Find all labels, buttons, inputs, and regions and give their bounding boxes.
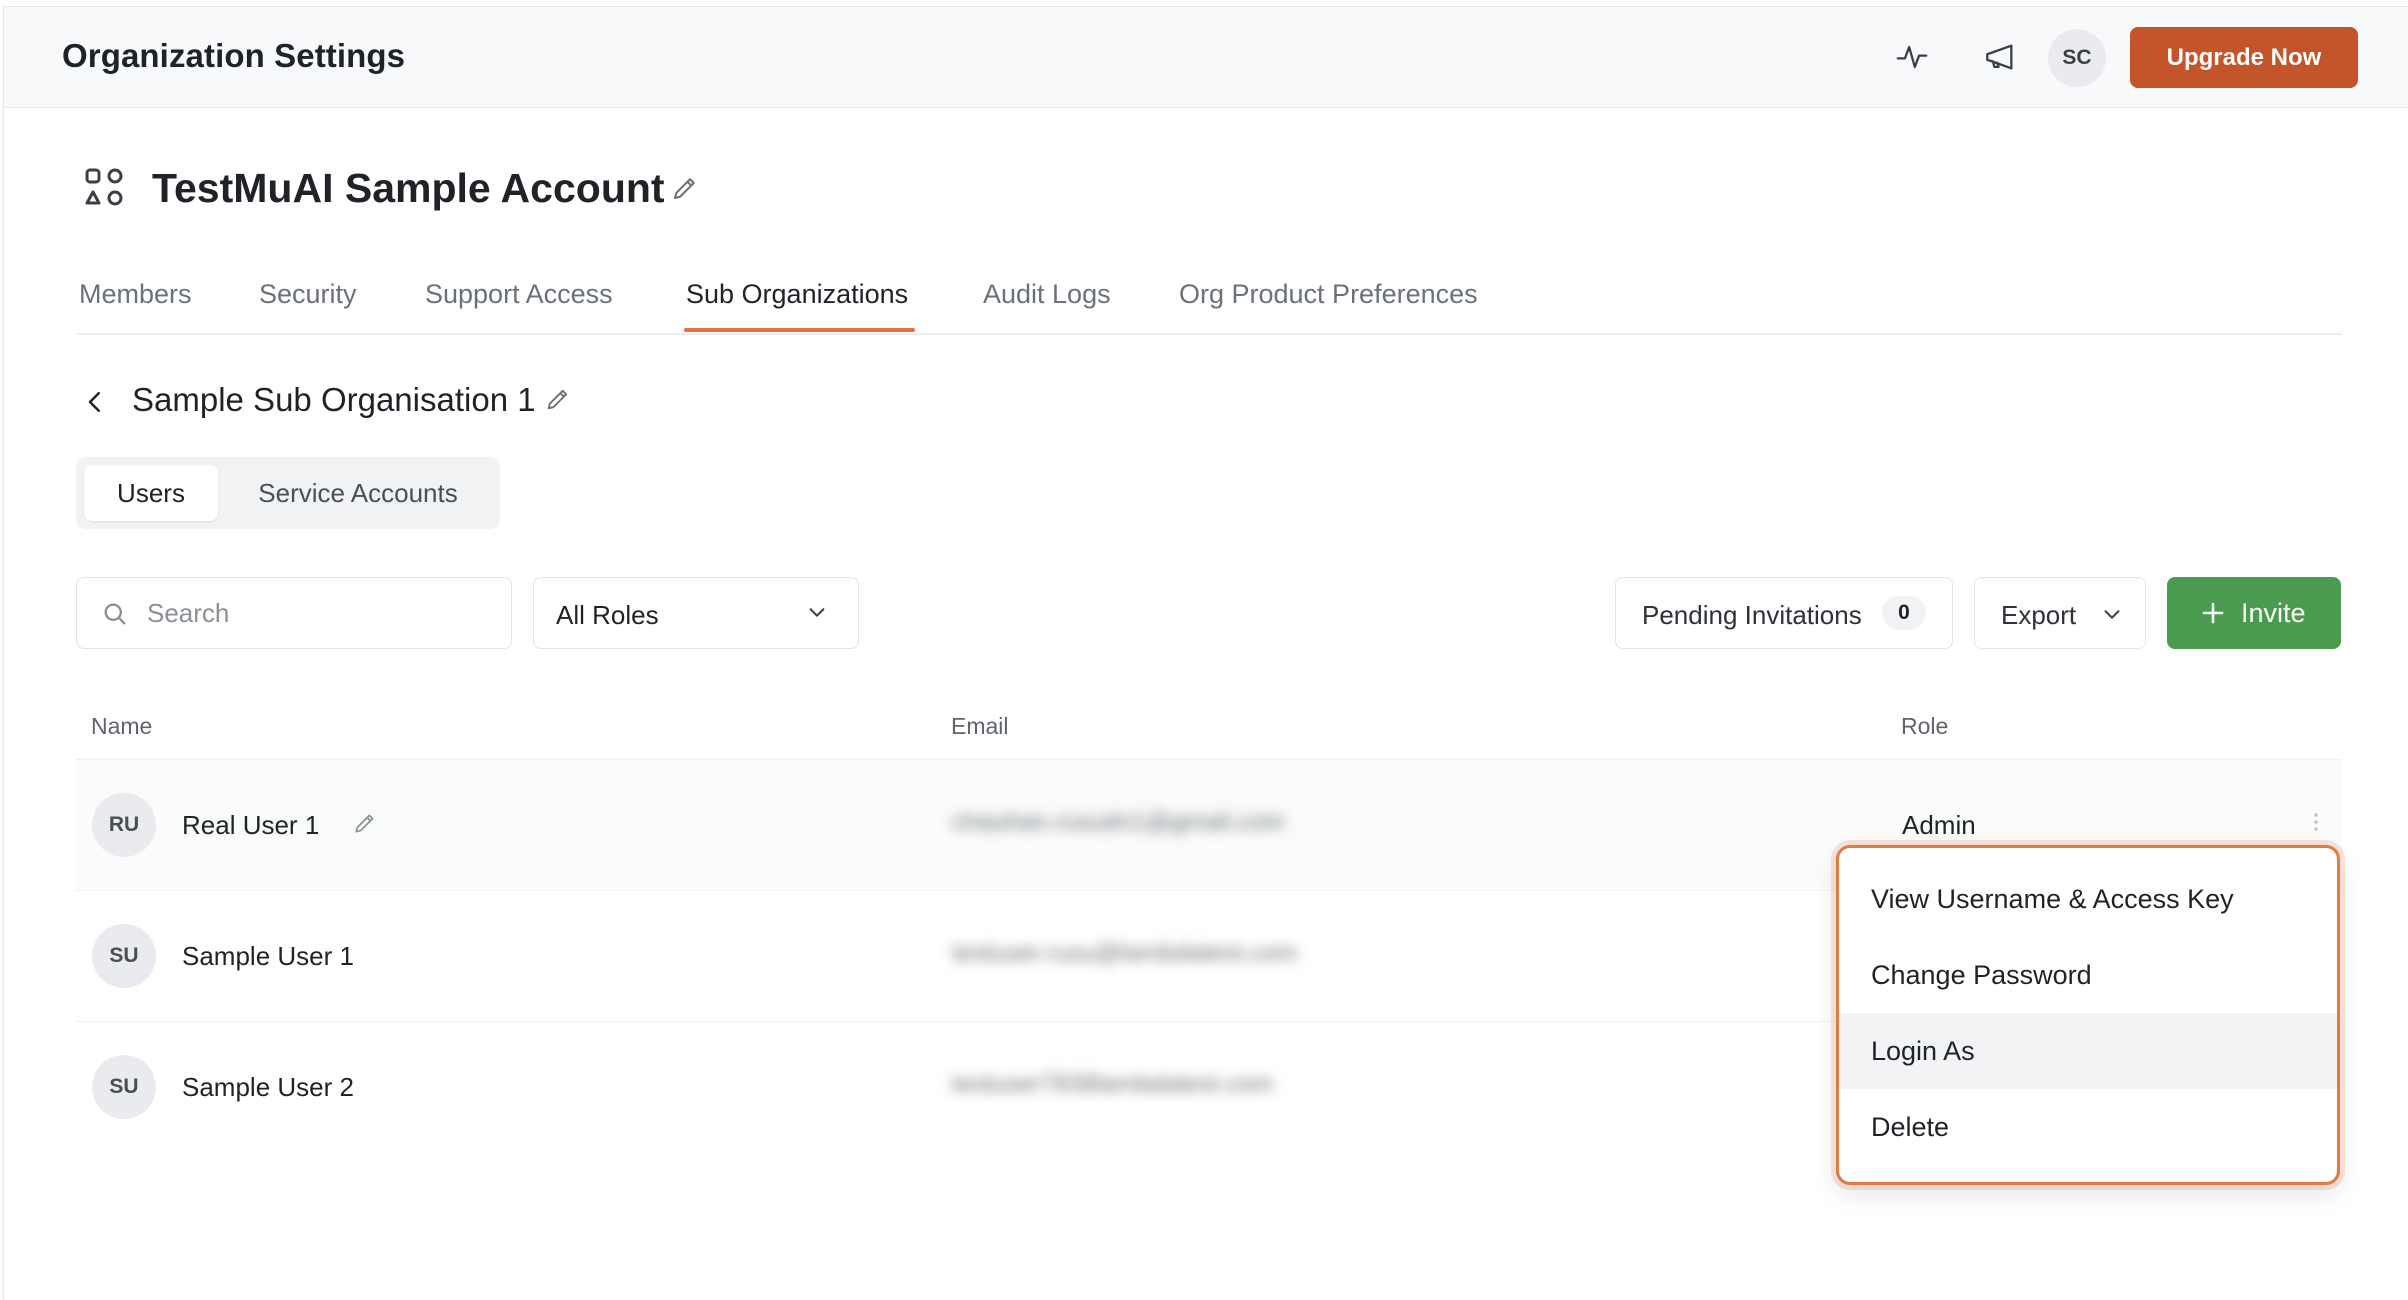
active-tab-indicator [684, 328, 915, 332]
user-role: Admin [1902, 810, 1976, 840]
pending-count-badge: 0 [1882, 596, 1926, 630]
tab-support-access[interactable]: Support Access [425, 279, 613, 310]
menu-item-change-password[interactable]: Change Password [1839, 937, 2337, 1013]
tab-sub-organizations[interactable]: Sub Organizations [686, 279, 908, 310]
user-email: chauhan.rusudn1@gmail.com [952, 808, 1285, 836]
avatar: SU [92, 924, 156, 988]
pending-invitations-button[interactable]: Pending Invitations 0 [1615, 577, 1953, 649]
user-name: Sample User 2 [182, 1072, 354, 1102]
menu-item-view-access-key[interactable]: View Username & Access Key [1839, 861, 2337, 937]
user-avatar[interactable]: SC [2048, 29, 2106, 87]
user-name: Sample User 1 [182, 941, 354, 971]
sub-org-title: Sample Sub Organisation 1 [132, 381, 536, 418]
avatar: RU [92, 793, 156, 857]
page-title: Organization Settings [62, 37, 406, 74]
settings-tabs: Members Security Support Access Sub Orga… [76, 269, 2342, 335]
search-icon [101, 600, 129, 628]
user-email: testuser.rusu@lambdatest.com [952, 939, 1297, 967]
roles-dropdown-value: All Roles [556, 600, 659, 630]
search-field [76, 577, 512, 649]
activity-icon[interactable] [1894, 39, 1930, 75]
top-bar: Organization Settings SC Upgrade Now [4, 7, 2408, 108]
app-window: Organization Settings SC Upgrade Now Tes… [3, 6, 2408, 1300]
edit-sub-org-icon[interactable] [544, 385, 574, 415]
edit-account-icon[interactable] [670, 173, 702, 205]
pending-invitations-label: Pending Invitations [1642, 600, 1862, 630]
row-actions-menu: View Username & Access Key Change Passwo… [1836, 845, 2340, 1185]
column-header-email: Email [951, 713, 1009, 739]
export-label: Export [2001, 600, 2077, 630]
plus-icon [2201, 601, 2225, 625]
tab-members[interactable]: Members [79, 279, 192, 310]
tab-audit-logs[interactable]: Audit Logs [983, 279, 1111, 310]
avatar: SU [92, 1055, 156, 1119]
shapes-icon [84, 167, 124, 207]
user-email: testuser7838lambdatest.com [952, 1070, 1274, 1098]
tab-security[interactable]: Security [259, 279, 357, 310]
users-service-accounts-toggle: Users Service Accounts [76, 457, 500, 529]
user-name: Real User 1 [182, 810, 320, 840]
segment-service-accounts[interactable]: Service Accounts [224, 465, 492, 521]
tab-org-product-preferences[interactable]: Org Product Preferences [1179, 279, 1478, 310]
column-header-role: Role [1901, 713, 1949, 739]
roles-dropdown[interactable]: All Roles [533, 577, 859, 649]
invite-label: Invite [2241, 598, 2306, 628]
upgrade-now-button[interactable]: Upgrade Now [2130, 27, 2358, 88]
chevron-down-icon [2101, 603, 2123, 625]
back-arrow-icon[interactable] [80, 387, 110, 417]
export-button[interactable]: Export [1974, 577, 2146, 649]
chevron-down-icon [806, 601, 828, 623]
column-header-name: Name [91, 713, 153, 739]
menu-item-login-as[interactable]: Login As [1839, 1013, 2337, 1089]
segment-users[interactable]: Users [84, 465, 218, 521]
search-input[interactable] [147, 580, 487, 646]
account-name: TestMuAI Sample Account [152, 165, 665, 211]
invite-button[interactable]: Invite [2167, 577, 2341, 649]
edit-user-icon[interactable] [352, 810, 380, 838]
megaphone-icon[interactable] [1982, 39, 2018, 75]
menu-item-delete[interactable]: Delete [1839, 1089, 2337, 1165]
more-options-icon[interactable] [2312, 810, 2320, 834]
